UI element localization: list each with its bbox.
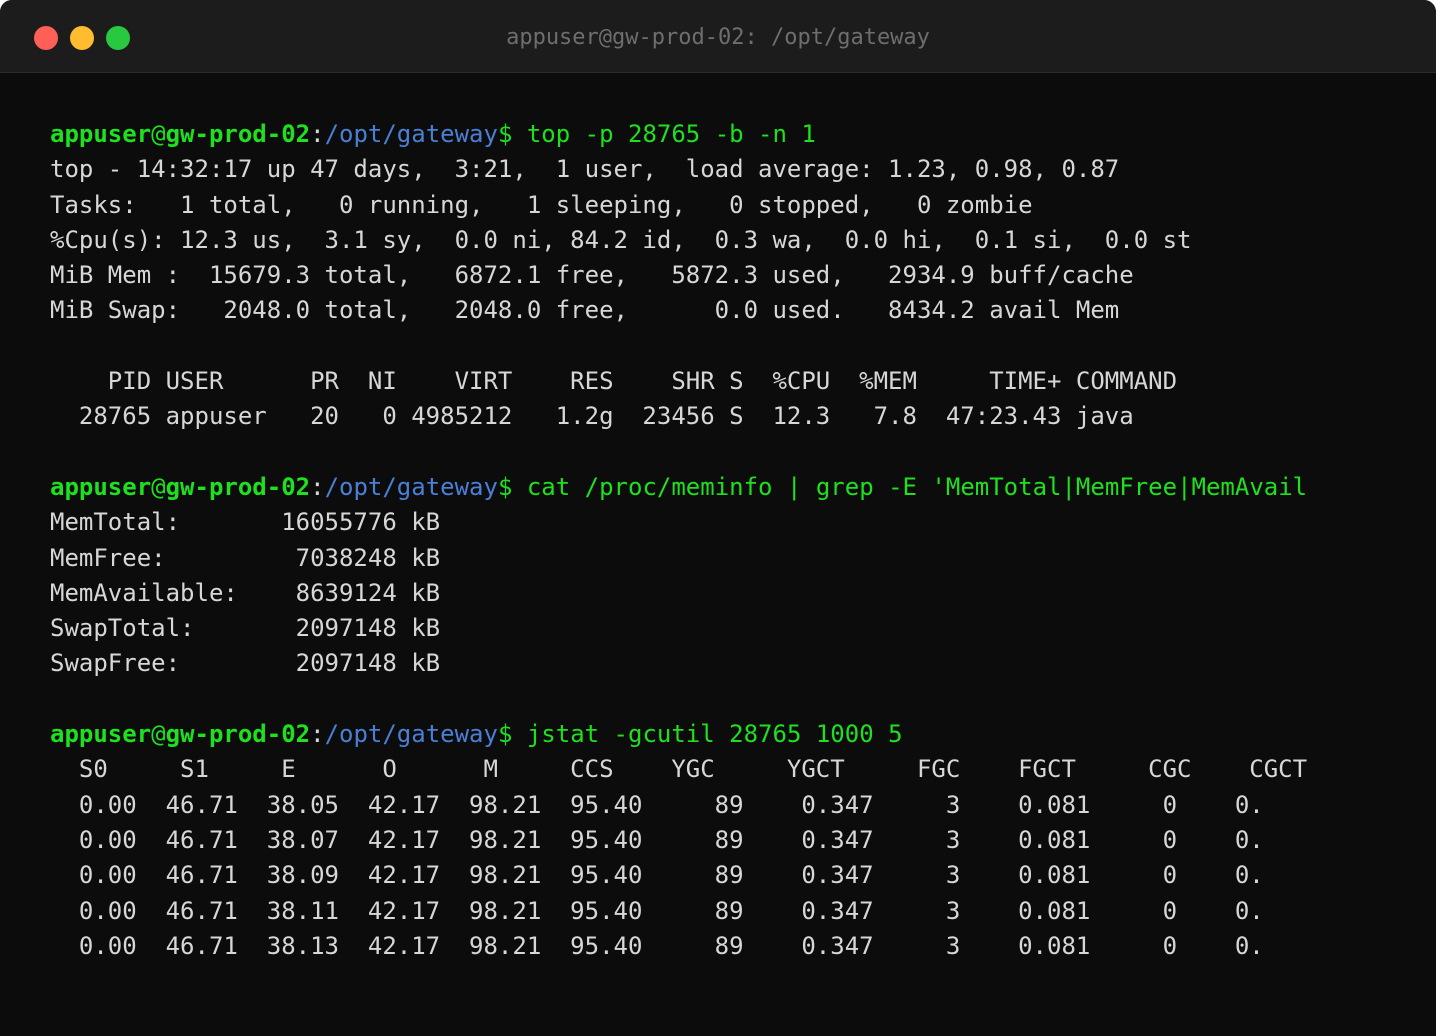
title-bar: appuser@gw-prod-02: /opt/gateway: [0, 0, 1436, 73]
output-line: MemFree: 7038248 kB: [50, 543, 441, 572]
prompt-user: appuser: [50, 472, 152, 501]
terminal-window: appuser@gw-prod-02: /opt/gateway appuser…: [0, 0, 1436, 1036]
output-line: Tasks: 1 total, 0 running, 1 sleeping, 0…: [50, 190, 1033, 219]
output-line: S0 S1 E O M CCS YGC YGCT FGC FGCT CGC CG…: [50, 755, 1308, 784]
prompt-host: gw-prod-02: [165, 720, 311, 749]
output-line: 0.00 46.71 38.13 42.17 98.21 95.40 89 0.…: [50, 931, 1264, 960]
prompt-host: gw-prod-02: [165, 120, 311, 148]
command-text: top -p 28765 -b -n 1: [512, 120, 816, 148]
prompt-colon: :: [310, 720, 325, 749]
prompt-line: appuser@gw-prod-02:/opt/gateway$ top -p …: [50, 117, 1436, 152]
output-line: MiB Mem : 15679.3 total, 6872.1 free, 58…: [50, 261, 1134, 290]
prompt-path: /opt/gateway: [324, 472, 498, 501]
prompt-colon: :: [310, 472, 325, 501]
prompt-dollar: $: [497, 720, 513, 749]
prompt-user: appuser: [50, 120, 152, 148]
prompt-dollar: $: [497, 472, 513, 501]
prompt-host: gw-prod-02: [165, 472, 311, 501]
output-line: 28765 appuser 20 0 4985212 1.2g 23456 S …: [50, 402, 1134, 431]
output-line: 0.00 46.71 38.05 42.17 98.21 95.40 89 0.…: [50, 790, 1264, 819]
prompt-line: appuser@gw-prod-02:/opt/gateway$ jstat -…: [50, 717, 1436, 752]
terminal-output[interactable]: appuser@gw-prod-02:/opt/gateway$ top -p …: [50, 117, 1436, 964]
output-line: 0.00 46.71 38.11 42.17 98.21 95.40 89 0.…: [50, 896, 1264, 925]
prompt-colon: :: [310, 120, 325, 148]
prompt-dollar: $: [497, 120, 513, 148]
output-line: PID USER PR NI VIRT RES SHR S %CPU %MEM …: [50, 367, 1178, 396]
output-line: 0.00 46.71 38.07 42.17 98.21 95.40 89 0.…: [50, 825, 1264, 854]
prompt-path: /opt/gateway: [324, 120, 498, 148]
prompt-at: @: [151, 120, 166, 148]
prompt-user: appuser: [50, 720, 152, 749]
command-text: jstat -gcutil 28765 1000 5: [512, 720, 903, 749]
prompt-at: @: [151, 720, 166, 749]
prompt-line: appuser@gw-prod-02:/opt/gateway$ cat /pr…: [50, 470, 1436, 505]
output-line: SwapTotal: 2097148 kB: [50, 614, 441, 643]
prompt-at: @: [151, 472, 166, 501]
window-title: appuser@gw-prod-02: /opt/gateway: [506, 25, 930, 50]
output-line: MemTotal: 16055776 kB: [50, 508, 441, 537]
output-line: SwapFree: 2097148 kB: [50, 649, 441, 678]
output-line: top - 14:32:17 up 47 days, 3:21, 1 user,…: [50, 155, 1120, 184]
output-line: %Cpu(s): 12.3 us, 3.1 sy, 0.0 ni, 84.2 i…: [50, 225, 1192, 254]
output-line: 0.00 46.71 38.09 42.17 98.21 95.40 89 0.…: [50, 861, 1264, 890]
output-line: MemAvailable: 8639124 kB: [50, 578, 441, 607]
output-line: MiB Swap: 2048.0 total, 2048.0 free, 0.0…: [50, 296, 1120, 325]
prompt-path: /opt/gateway: [324, 720, 498, 749]
command-text: cat /proc/meminfo | grep -E 'MemTotal|Me…: [512, 472, 1308, 501]
